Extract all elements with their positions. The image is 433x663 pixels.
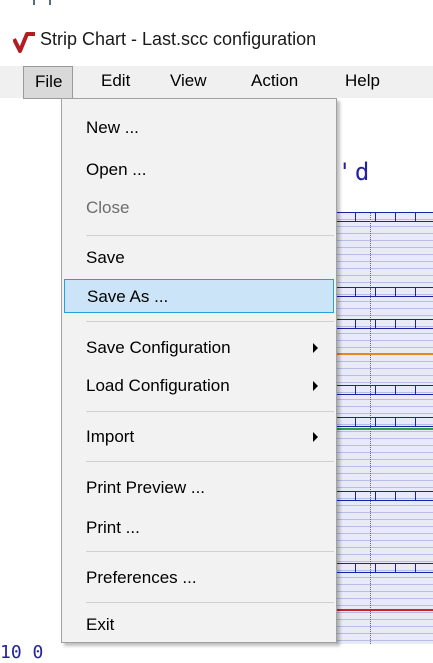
menu-item-import[interactable]: Import <box>64 420 334 454</box>
menu-action[interactable]: Action <box>251 66 298 98</box>
top-edge <box>0 0 433 18</box>
menu-separator <box>86 321 334 322</box>
menu-item-print-preview[interactable]: Print Preview ... <box>64 471 334 505</box>
strip-chart-app-icon <box>13 32 35 53</box>
chart-strip <box>336 385 433 418</box>
chart-strip <box>336 491 433 564</box>
menu-item-preferences[interactable]: Preferences ... <box>64 561 334 595</box>
menu-item-close: Close <box>86 198 130 217</box>
edge-mark <box>33 0 35 5</box>
chart-strip <box>336 319 433 386</box>
file-menu-dropdown: New ... Open ... Close Save Save As ... … <box>61 98 337 643</box>
chart-strip <box>336 563 433 644</box>
menu-separator <box>86 461 334 462</box>
menu-separator <box>86 551 334 552</box>
menu-help[interactable]: Help <box>345 66 380 98</box>
chart-strip <box>336 417 433 492</box>
menu-item-save-configuration[interactable]: Save Configuration <box>64 331 334 365</box>
title-bar: Strip Chart - Last.scc configuration <box>0 18 433 62</box>
submenu-arrow-icon <box>313 381 318 391</box>
menu-file[interactable]: File <box>23 66 73 99</box>
chart-strip <box>336 287 433 320</box>
menu-item-save-as[interactable]: Save As ... <box>64 279 334 313</box>
menu-item-exit[interactable]: Exit <box>64 608 334 642</box>
menu-separator <box>86 602 334 603</box>
trace-orange <box>336 353 433 355</box>
bottom-axis-text: 10 0 <box>0 642 44 663</box>
menu-bar: File Edit View Action Help <box>0 66 433 99</box>
menu-edit[interactable]: Edit <box>101 66 130 98</box>
menu-item-save[interactable]: Save <box>64 241 334 275</box>
menu-item-load-configuration[interactable]: Load Configuration <box>64 369 334 403</box>
edge-mark <box>49 0 51 5</box>
submenu-arrow-icon <box>313 343 318 353</box>
chart-strip <box>336 212 433 288</box>
trace-green <box>336 428 433 430</box>
menu-separator <box>86 235 334 236</box>
submenu-arrow-icon <box>313 432 318 442</box>
window-title: Strip Chart - Last.scc configuration <box>40 29 317 49</box>
trace-red <box>336 609 433 611</box>
menu-item-new[interactable]: New ... <box>64 111 334 145</box>
menu-view[interactable]: View <box>170 66 207 98</box>
menu-separator <box>86 411 334 412</box>
menu-item-print[interactable]: Print ... <box>64 511 334 545</box>
menu-item-open[interactable]: Open ... <box>64 153 334 187</box>
